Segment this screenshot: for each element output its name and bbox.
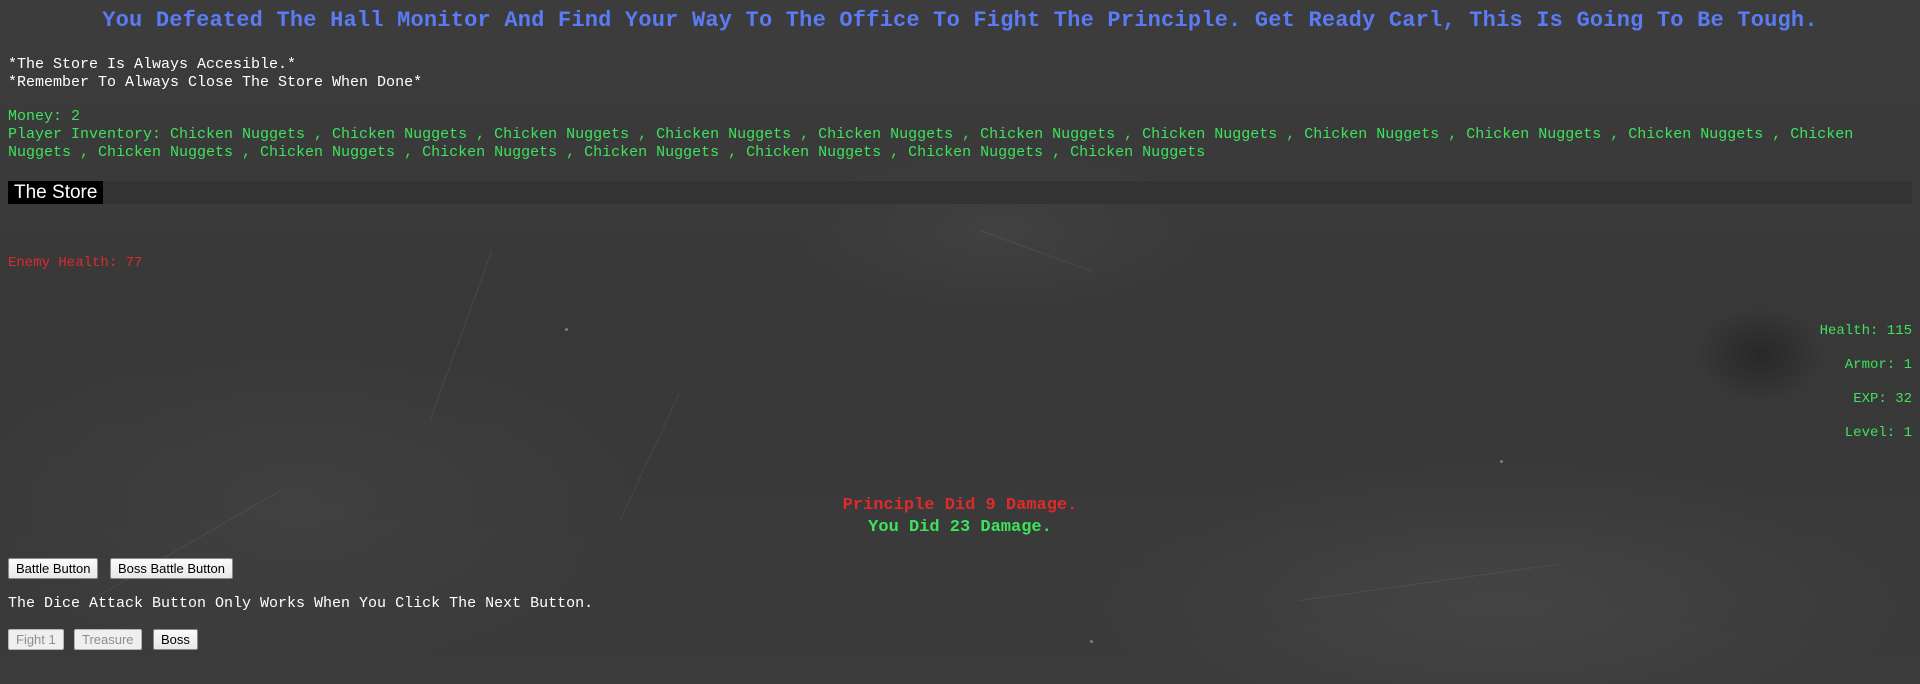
page-title: You Defeated The Hall Monitor And Find Y… — [102, 8, 1818, 33]
background-speck — [565, 328, 568, 331]
enemy-damage-message: Principle Did 9 Damage. — [842, 496, 1078, 515]
dice-attack-hint: The Dice Attack Button Only Works When Y… — [8, 595, 594, 612]
player-armor: Armor: 1 — [1844, 357, 1912, 373]
background-scratch — [1299, 563, 1558, 601]
boss-button[interactable]: Boss — [153, 629, 198, 650]
background-speck — [1500, 460, 1503, 463]
battle-button[interactable]: Battle Button — [8, 558, 99, 579]
store-accessible-note: *The Store Is Always Accesible.* — [8, 56, 297, 73]
player-inventory: Player Inventory: Chicken Nuggets , Chic… — [8, 126, 1854, 161]
player-level: Level: 1 — [1844, 425, 1912, 441]
close-store-note: *Remember To Always Close The Store When… — [8, 74, 423, 91]
player-damage-message: You Did 23 Damage. — [868, 518, 1052, 537]
money-display: Money: 2 — [8, 108, 81, 125]
player-health: Health: 115 — [1819, 323, 1912, 339]
store-button[interactable]: The Store — [8, 181, 104, 204]
player-exp: EXP: 32 — [1853, 391, 1912, 407]
background-scratch — [429, 251, 493, 421]
treasure-button[interactable]: Treasure — [74, 629, 142, 650]
store-bar: The Store — [8, 181, 1912, 204]
background-scratch — [979, 230, 1093, 273]
background-speck — [1090, 640, 1093, 643]
enemy-health: Enemy Health: 77 — [8, 255, 143, 271]
boss-battle-button[interactable]: Boss Battle Button — [110, 558, 233, 579]
fight-button[interactable]: Fight 1 — [8, 629, 64, 650]
